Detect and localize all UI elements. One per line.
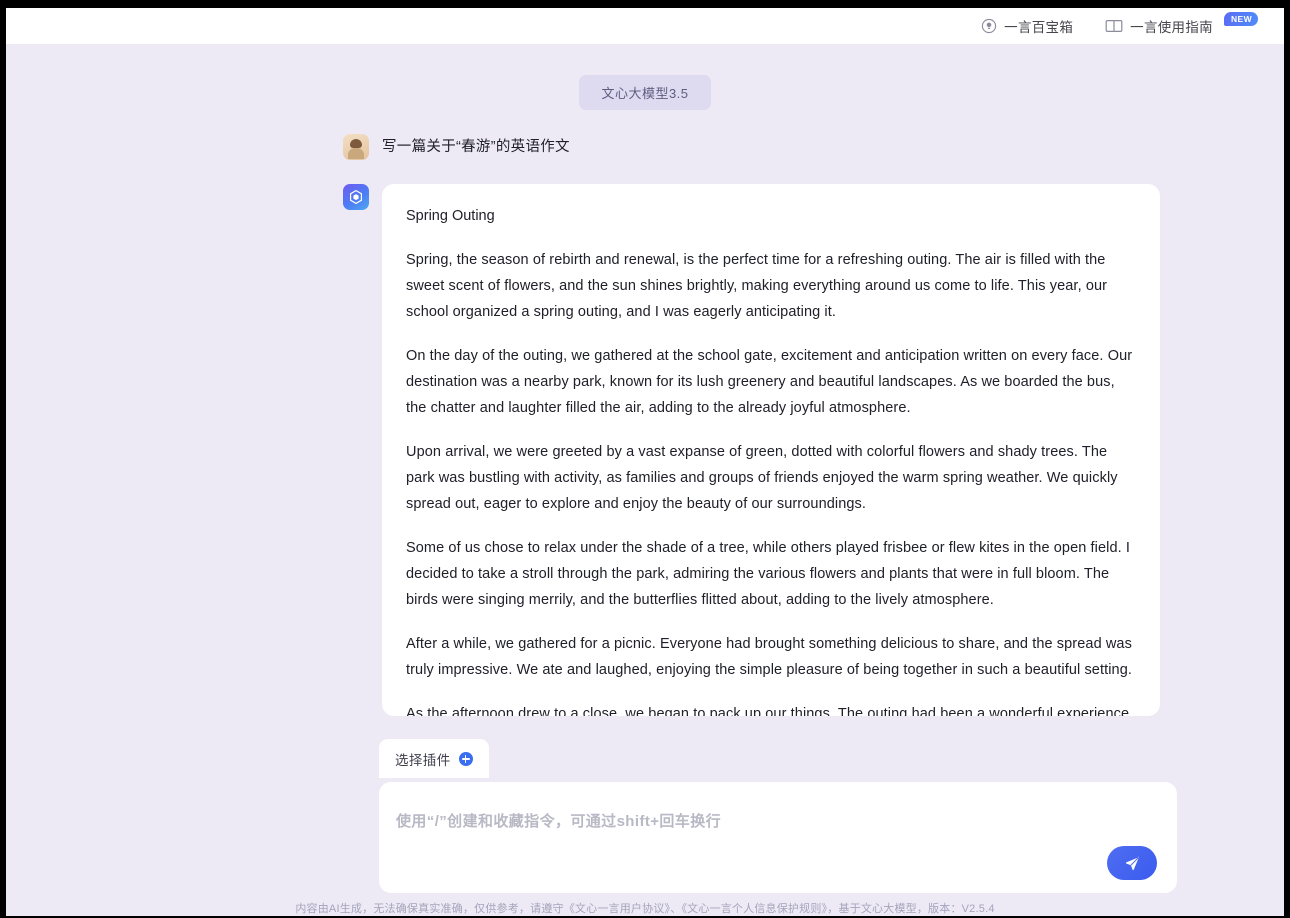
send-plane-icon: [1125, 856, 1139, 870]
user-message-text: 写一篇关于“春游”的英语作文: [382, 139, 570, 155]
model-badge: 文心大模型3.5: [579, 75, 711, 110]
privacy-policy-link[interactable]: 《文心一言个人信息保护规则》: [681, 903, 827, 915]
book-icon: [1105, 18, 1123, 34]
assistant-avatar: [343, 184, 369, 210]
footer-text-2: 、: [670, 903, 682, 915]
ernie-logo-icon: [350, 189, 362, 205]
new-badge: NEW: [1223, 12, 1258, 26]
assistant-message-row: Spring Outing Spring, the season of rebi…: [6, 184, 1284, 716]
answer-paragraph: After a while, we gathered for a picnic.…: [406, 636, 1132, 678]
select-plugin-label: 选择插件: [395, 753, 451, 768]
footer-text-3: ，基于文心大模型，版本：V2.5.4: [827, 903, 995, 915]
answer-paragraph: On the day of the outing, we gathered at…: [406, 348, 1133, 416]
select-plugin-button[interactable]: 选择插件: [379, 739, 489, 778]
answer-paragraph: Spring, the season of rebirth and renewa…: [406, 252, 1108, 320]
footer-text-1: 内容由AI生成，无法确保真实准确，仅供参考，请遵守: [295, 903, 564, 915]
plus-circle-icon: [458, 752, 473, 766]
model-pill-container: 文心大模型3.5: [6, 75, 1284, 110]
ernie-bot-app: 一言百宝箱 一言使用指南 NEW 文心大模型3.5 写一篇关于“春游”的英语作文: [6, 8, 1284, 916]
lightbulb-icon: [981, 18, 997, 34]
footer-disclaimer: 内容由AI生成，无法确保真实准确，仅供参考，请遵守《文心一言用户协议》、《文心一…: [6, 900, 1284, 916]
answer-paragraph: Some of us chose to relax under the shad…: [406, 540, 1131, 608]
header-item-user-guide-label: 一言使用指南: [1130, 20, 1213, 35]
chat-scroll-area[interactable]: 文心大模型3.5 写一篇关于“春游”的英语作文 Spring Outing Sp…: [6, 44, 1284, 724]
top-header-bar: 一言百宝箱 一言使用指南 NEW: [6, 8, 1284, 44]
header-item-user-guide[interactable]: 一言使用指南 NEW: [1105, 12, 1258, 36]
answer-title: Spring Outing: [406, 208, 495, 224]
user-avatar: [343, 134, 369, 160]
composer-area: 选择插件 使用“/”创建和收藏指令，可通过shift+回车换行 内容由AI生成，…: [6, 724, 1284, 916]
user-agreement-link[interactable]: 《文心一言用户协议》: [564, 903, 671, 915]
header-item-treasure-box-label: 一言百宝箱: [1004, 20, 1074, 35]
header-item-treasure-box[interactable]: 一言百宝箱: [981, 16, 1073, 36]
message-input-placeholder: 使用“/”创建和收藏指令，可通过shift+回车换行: [396, 813, 721, 830]
send-button[interactable]: [1107, 846, 1157, 880]
answer-paragraph: As the afternoon drew to a close, we beg…: [406, 706, 1134, 716]
message-input-box[interactable]: 使用“/”创建和收藏指令，可通过shift+回车换行: [379, 782, 1177, 893]
answer-paragraph: Upon arrival, we were greeted by a vast …: [406, 444, 1118, 512]
assistant-answer-card: Spring Outing Spring, the season of rebi…: [382, 184, 1160, 716]
user-message-row: 写一篇关于“春游”的英语作文: [6, 134, 1284, 160]
